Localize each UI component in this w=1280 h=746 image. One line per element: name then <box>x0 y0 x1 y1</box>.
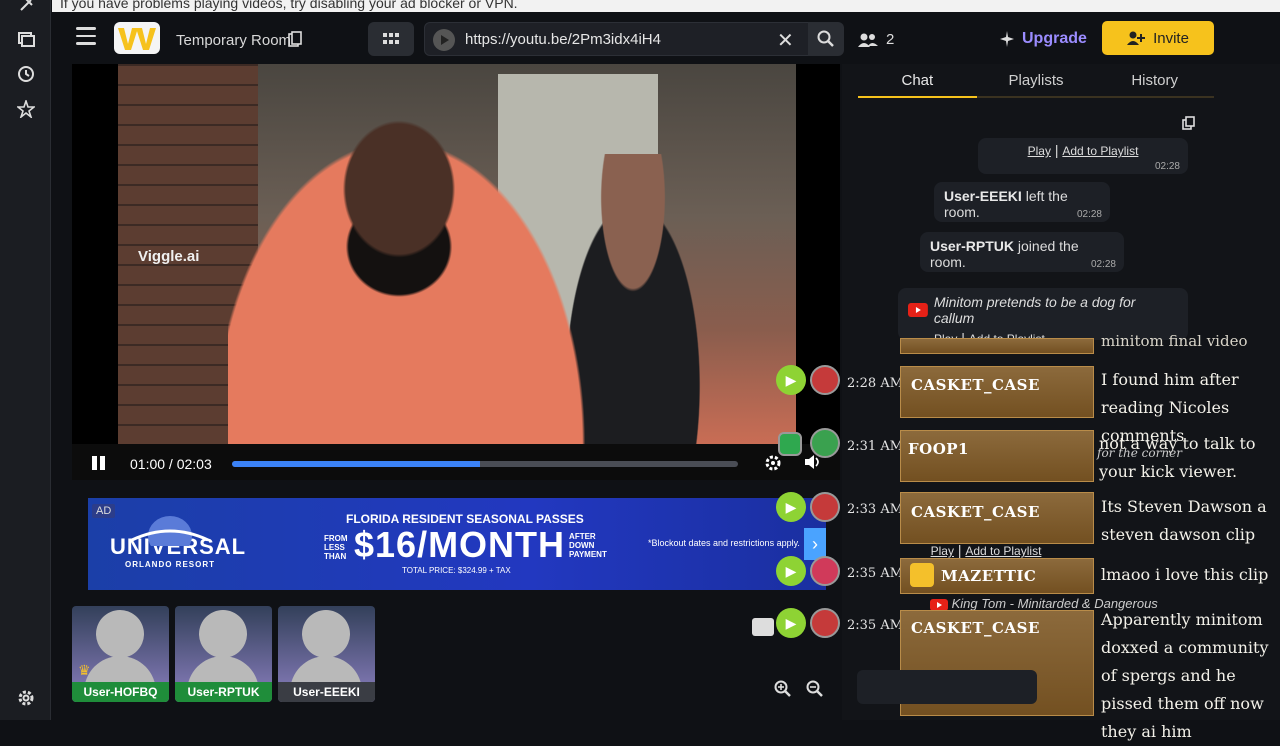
kick-icon <box>778 432 802 456</box>
apps-grid-button[interactable] <box>368 22 414 56</box>
youtube-icon <box>908 303 928 317</box>
ad-price: FROM LESS THAN $16/MONTH AFTER DOWN PAYM… <box>324 524 607 565</box>
add-user-icon <box>1127 31 1146 45</box>
chat-message: Play | Add to Playlist 02:28 <box>978 138 1188 174</box>
url-input[interactable]: https://youtu.be/2Pm3idx4iH4 ✕ <box>424 22 842 56</box>
chat-user[interactable]: User-EEEKI <box>944 188 1022 204</box>
time-display: 01:00 / 02:03 <box>130 456 212 472</box>
play-link[interactable]: Play <box>1028 144 1051 158</box>
copy-room-icon[interactable] <box>288 31 302 52</box>
overlay-play-icon: ▶ <box>776 365 806 395</box>
chat-input[interactable] <box>857 670 1037 704</box>
chat-message: User-EEEKI left the room. 02:28 <box>934 182 1110 222</box>
zoom-in-icon[interactable] <box>774 680 796 702</box>
settings-gear-icon[interactable] <box>15 687 37 709</box>
chat-message: User-RPTUK joined the room. 02:28 <box>920 232 1124 272</box>
upgrade-label: Upgrade <box>1022 30 1087 47</box>
crown-icon: ♛ <box>78 662 91 678</box>
chat-user[interactable]: User-RPTUK <box>930 238 1014 254</box>
add-to-playlist-link[interactable]: Add to Playlist <box>1062 144 1138 158</box>
history-icon[interactable] <box>15 63 37 85</box>
pin-icon[interactable] <box>15 0 37 16</box>
tab-chat[interactable]: Chat <box>858 72 977 98</box>
participant-name: User-HOFBQ <box>72 682 169 702</box>
participant-tile[interactable]: User-RPTUK <box>175 606 272 702</box>
pause-button[interactable] <box>92 456 106 470</box>
zoom-out-icon[interactable] <box>806 680 828 702</box>
sparkle-icon <box>1000 31 1014 47</box>
overlay-avatar <box>810 365 840 395</box>
play-icon <box>433 29 455 51</box>
search-button[interactable] <box>808 22 844 56</box>
overlay-avatar <box>810 428 840 458</box>
ad-blocker-notice: If you have problems playing videos, try… <box>52 0 1280 12</box>
badge-icon <box>910 563 934 587</box>
invite-label: Invite <box>1153 29 1189 47</box>
participants: ♛ User-HOFBQ User-RPTUK User-EEEKI <box>72 606 375 702</box>
users-count[interactable]: 2 <box>858 31 894 48</box>
left-sidebar <box>0 0 51 720</box>
ad-total: TOTAL PRICE: $324.99 + TAX <box>402 566 511 575</box>
overlay-play-icon: ▶ <box>776 608 806 638</box>
player-settings-icon[interactable] <box>764 454 782 477</box>
users-count-value: 2 <box>886 31 895 48</box>
clear-icon[interactable]: ✕ <box>777 28 794 53</box>
upgrade-button[interactable]: Upgrade <box>998 30 1087 48</box>
copy-icon[interactable] <box>1182 116 1196 135</box>
participant-name: User-RPTUK <box>175 682 272 702</box>
overlay-avatar <box>810 556 840 586</box>
participant-name: User-EEEKI <box>278 682 375 702</box>
globe-icon <box>131 516 209 546</box>
overlay-avatar <box>810 608 840 638</box>
participant-tile[interactable]: User-EEEKI <box>278 606 375 702</box>
top-bar: Temporary Room https://youtu.be/2Pm3idx4… <box>52 14 852 64</box>
tab-history[interactable]: History <box>1095 72 1215 98</box>
users-icon <box>858 33 878 47</box>
youtube-icon <box>930 598 948 611</box>
participant-tile[interactable]: ♛ User-HOFBQ <box>72 606 169 702</box>
url-value: https://youtu.be/2Pm3idx4iH4 <box>465 31 661 48</box>
video-frame[interactable]: Viggle.ai <box>118 64 796 444</box>
progress-fill <box>232 461 480 467</box>
room-name[interactable]: Temporary Room <box>176 32 291 49</box>
progress-bar[interactable] <box>232 461 738 467</box>
app-logo[interactable] <box>114 22 160 54</box>
overlay-play-icon: ▶ <box>776 556 806 586</box>
chat-tabs: Chat Playlists History <box>858 72 1215 98</box>
overlay-avatar <box>810 492 840 522</box>
video-title: Minitom pretends to be a dog for callum <box>933 294 1136 326</box>
ad-logo: UNIVERSAL ORLANDO RESORT <box>110 514 245 569</box>
ad-note: *Blockout dates and restrictions apply. <box>648 538 800 548</box>
player-controls: 01:00 / 02:03 <box>72 444 840 480</box>
search-icon <box>817 30 834 47</box>
ad-banner[interactable]: AD UNIVERSAL ORLANDO RESORT FLORIDA RESI… <box>88 498 826 590</box>
camera-icon[interactable] <box>752 618 774 636</box>
menu-icon[interactable] <box>76 27 96 45</box>
tab-playlists[interactable]: Playlists <box>976 72 1096 98</box>
video-player[interactable]: Viggle.ai 01:00 / 02:03 <box>72 64 840 480</box>
overlay-play-icon: ▶ <box>776 492 806 522</box>
viggle-watermark: Viggle.ai <box>138 248 200 265</box>
invite-button[interactable]: Invite <box>1102 21 1214 55</box>
library-icon[interactable] <box>15 28 37 50</box>
star-icon[interactable] <box>15 98 37 120</box>
